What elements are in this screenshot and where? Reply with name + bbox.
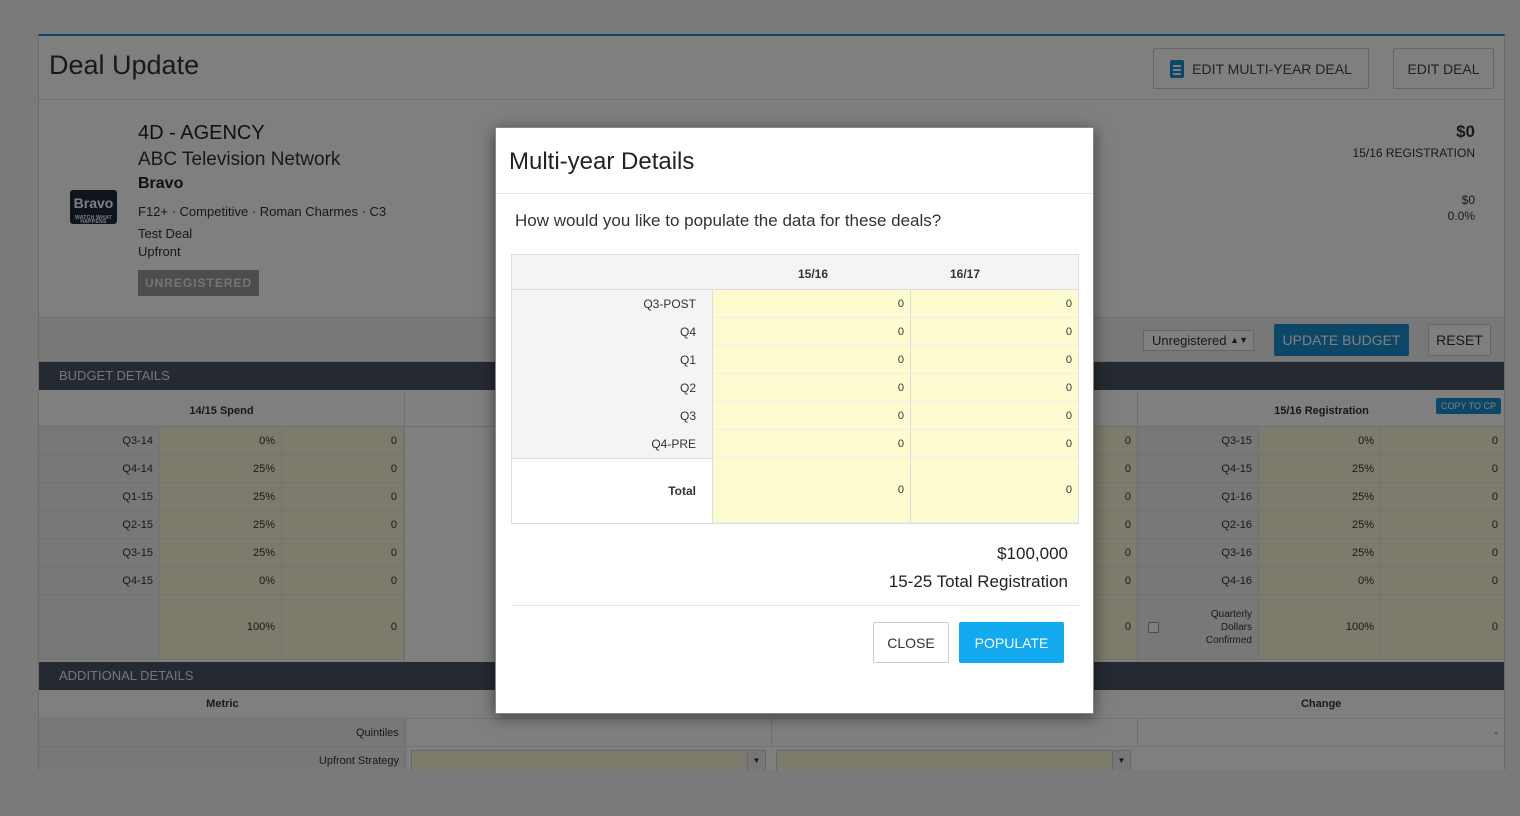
multi-year-total-row: Total 0 0 xyxy=(512,458,1078,523)
quarter-label: Q3 xyxy=(512,402,713,430)
quarter-label: Q2 xyxy=(512,374,713,402)
multi-year-row: Q4 0 0 xyxy=(512,318,1078,346)
total-value-1516: 0 xyxy=(713,458,911,523)
value-1617-input[interactable]: 0 xyxy=(911,374,1078,402)
multi-year-details-modal: Multi-year Details How would you like to… xyxy=(495,127,1094,714)
value-1516-input[interactable]: 0 xyxy=(713,374,911,402)
multi-year-row: Q1 0 0 xyxy=(512,346,1078,374)
value-1617-input[interactable]: 0 xyxy=(911,430,1078,458)
value-1516-input[interactable]: 0 xyxy=(713,430,911,458)
value-1617-input[interactable]: 0 xyxy=(911,318,1078,346)
close-button[interactable]: CLOSE xyxy=(873,622,949,663)
populate-button[interactable]: POPULATE xyxy=(959,622,1064,663)
value-1516-input[interactable]: 0 xyxy=(713,318,911,346)
multi-year-table: 15/16 16/17 Q3-POST 0 0 Q4 0 0 Q1 0 0 Q2 0 0 Q3 0 0 Q4-… xyxy=(511,254,1079,524)
multi-year-row: Q3-POST 0 0 xyxy=(512,290,1078,318)
quarter-label: Q1 xyxy=(512,346,713,374)
column-header-1617: 16/17 xyxy=(950,267,981,281)
value-1617-input[interactable]: 0 xyxy=(911,402,1078,430)
value-1617-input[interactable]: 0 xyxy=(911,346,1078,374)
total-value-1617: 0 xyxy=(911,458,1078,523)
multi-year-table-header: 15/16 16/17 xyxy=(512,255,1078,290)
quarter-label: Q4 xyxy=(512,318,713,346)
total-amount: $100,000 xyxy=(997,544,1068,563)
multi-year-row: Q2 0 0 xyxy=(512,374,1078,402)
modal-title: Multi-year Details xyxy=(496,128,1093,194)
quarter-label: Q3-POST xyxy=(512,290,713,318)
multi-year-row: Q4-PRE 0 0 xyxy=(512,430,1078,458)
value-1617-input[interactable]: 0 xyxy=(911,290,1078,318)
column-header-1516: 15/16 xyxy=(798,267,829,281)
value-1516-input[interactable]: 0 xyxy=(713,346,911,374)
modal-footer-divider xyxy=(511,605,1079,606)
total-label: Total xyxy=(512,458,713,523)
quarter-label: Q4-PRE xyxy=(512,430,713,458)
value-1516-input[interactable]: 0 xyxy=(713,402,911,430)
total-registration-label: 15-25 Total Registration xyxy=(888,572,1068,591)
value-1516-input[interactable]: 0 xyxy=(713,290,911,318)
multi-year-row: Q3 0 0 xyxy=(512,402,1078,430)
modal-question: How would you like to populate the data … xyxy=(515,211,942,230)
